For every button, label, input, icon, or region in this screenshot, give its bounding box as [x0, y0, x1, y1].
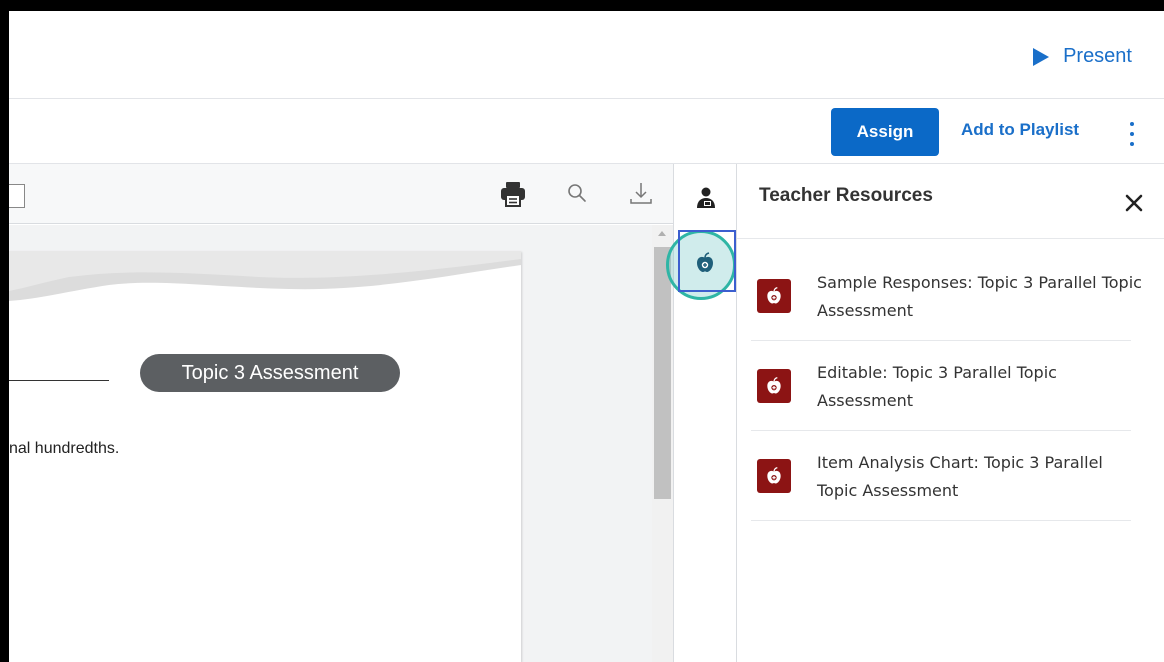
panel-divider: [737, 238, 1164, 239]
document-body-text: nal hundredths.: [9, 440, 120, 457]
download-icon[interactable]: [625, 178, 657, 210]
document-scrollbar[interactable]: [652, 225, 673, 662]
resource-item[interactable]: Item Analysis Chart: Topic 3 Parallel To…: [751, 431, 1131, 521]
assign-button[interactable]: Assign: [831, 108, 939, 156]
assessment-title-pill: Topic 3 Assessment: [140, 354, 400, 392]
name-underline: [9, 380, 109, 381]
present-label: Present: [1063, 45, 1132, 67]
resource-item-label: Item Analysis Chart: Topic 3 Parallel To…: [817, 453, 1103, 500]
more-options-icon[interactable]: [1128, 122, 1136, 146]
apple-icon: [757, 369, 791, 403]
resource-item[interactable]: Sample Responses: Topic 3 Parallel Topic…: [751, 251, 1142, 341]
page-header-wave: [9, 251, 521, 301]
teacher-resources-panel: Teacher Resources Sample Responses: Topi…: [737, 164, 1164, 662]
apple-icon: [757, 279, 791, 313]
search-icon[interactable]: [561, 178, 593, 210]
resource-item-label: Editable: Topic 3 Parallel Topic Assessm…: [817, 363, 1057, 410]
present-button[interactable]: Present: [1033, 45, 1132, 68]
apple-icon: [697, 252, 713, 272]
apple-icon: [757, 459, 791, 493]
printer-icon[interactable]: [497, 178, 529, 210]
add-to-playlist-link[interactable]: Add to Playlist: [961, 120, 1079, 140]
app-frame: Present Assign Add to Playlist Topic 3 A…: [9, 11, 1164, 662]
document-viewer: Topic 3 Assessment nal hundredths.: [9, 225, 652, 662]
document-page: Topic 3 Assessment nal hundredths.: [9, 251, 521, 662]
scroll-thumb[interactable]: [654, 247, 671, 499]
action-bar: Assign Add to Playlist: [9, 100, 1164, 164]
top-bar: Present: [9, 11, 1164, 99]
teacher-icon[interactable]: [694, 186, 718, 210]
page-number-input[interactable]: [9, 184, 25, 208]
viewer-toolbar: [9, 164, 673, 224]
panel-title: Teacher Resources: [759, 185, 933, 206]
resource-item-label: Sample Responses: Topic 3 Parallel Topic…: [817, 273, 1142, 320]
play-icon: [1033, 47, 1050, 66]
side-icon-rail: [666, 164, 737, 662]
scroll-up-arrow-icon[interactable]: [658, 231, 666, 236]
resource-item[interactable]: Editable: Topic 3 Parallel Topic Assessm…: [751, 341, 1131, 431]
close-icon[interactable]: [1123, 192, 1145, 214]
